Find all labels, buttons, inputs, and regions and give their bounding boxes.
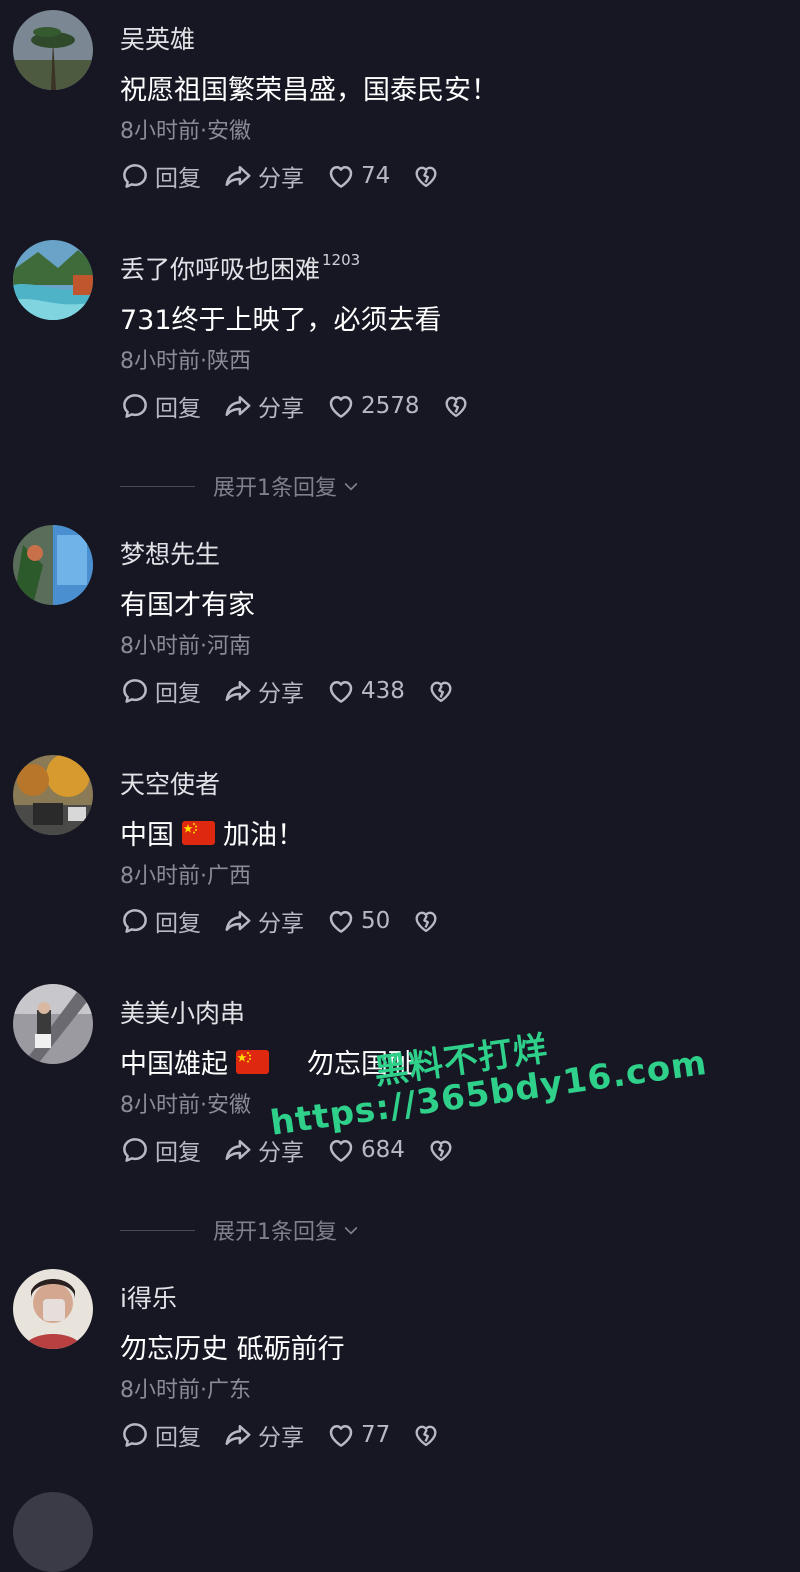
like-button[interactable]: 438 (326, 676, 405, 706)
user-avatar[interactable] (13, 1492, 93, 1572)
share-button[interactable]: 分享 (223, 389, 304, 423)
reply-button[interactable]: 回复 (120, 904, 201, 938)
dislike-button[interactable] (412, 907, 445, 935)
expand-replies-button[interactable]: 展开1条回复 (120, 470, 361, 502)
comment-text: 祝愿祖国繁荣昌盛，国泰民安！ (120, 75, 498, 106)
comment-text: 勿忘历史 砥砺前行 (120, 1334, 345, 1365)
share-button[interactable]: 分享 (223, 1418, 304, 1452)
reply-button[interactable]: 回复 (120, 674, 201, 708)
comment-actions: 回复 分享 74 (120, 156, 467, 196)
user-avatar[interactable] (13, 755, 93, 835)
share-arrow-icon (223, 676, 253, 706)
comment-text: 有国才有家 (120, 590, 255, 621)
username[interactable]: 天空使者 (120, 765, 220, 801)
divider-line (120, 1229, 195, 1231)
comment-actions: 回复 分享 50 (120, 901, 467, 941)
comment-bubble-icon (120, 906, 150, 936)
reply-button[interactable]: 回复 (120, 389, 201, 423)
dislike-button[interactable] (412, 1421, 445, 1449)
broken-heart-icon (442, 392, 470, 420)
user-avatar[interactable] (13, 984, 93, 1064)
share-arrow-icon (223, 1420, 253, 1450)
dislike-button[interactable] (427, 1136, 460, 1164)
username[interactable]: 吴英雄 (120, 20, 195, 56)
share-arrow-icon (223, 161, 253, 191)
broken-heart-icon (412, 907, 440, 935)
like-button[interactable]: 74 (326, 161, 390, 191)
share-button[interactable]: 分享 (223, 159, 304, 193)
user-avatar[interactable] (13, 1269, 93, 1349)
share-button[interactable]: 分享 (223, 1133, 304, 1167)
china-flag-icon (236, 1050, 269, 1074)
heart-icon (326, 391, 356, 421)
comment-meta: 8小时前·广西 (120, 864, 251, 889)
comment-meta: 8小时前·河南 (120, 634, 251, 659)
heart-icon (326, 161, 356, 191)
share-arrow-icon (223, 391, 253, 421)
like-button[interactable]: 684 (326, 1135, 405, 1165)
heart-icon (326, 676, 356, 706)
dislike-button[interactable] (427, 677, 460, 705)
comment-actions: 回复 分享 77 (120, 1415, 467, 1455)
comment-actions: 回复 分享 684 (120, 1130, 482, 1170)
comment-meta: 8小时前·广东 (120, 1378, 251, 1403)
share-arrow-icon (223, 1135, 253, 1165)
share-button[interactable]: 分享 (223, 904, 304, 938)
chevron-down-icon (341, 476, 361, 496)
user-avatar[interactable] (13, 525, 93, 605)
expand-replies-button[interactable]: 展开1条回复 (120, 1214, 361, 1246)
username[interactable]: 丢了你呼吸也困难 1203 (120, 250, 360, 286)
like-button[interactable]: 2578 (326, 391, 420, 421)
comment-text: 731终于上映了，必须去看 (120, 305, 442, 336)
comment-meta: 8小时前·安徽 (120, 1093, 251, 1118)
reply-button[interactable]: 回复 (120, 1418, 201, 1452)
comment-bubble-icon (120, 676, 150, 706)
username[interactable]: 梦想先生 (120, 535, 220, 571)
broken-heart-icon (427, 677, 455, 705)
comment-meta: 8小时前·安徽 (120, 119, 251, 144)
comment-text: 中国 加油！ (120, 820, 304, 851)
share-arrow-icon (223, 906, 253, 936)
comment-actions: 回复 分享 2578 (120, 386, 497, 426)
user-avatar[interactable] (13, 10, 93, 90)
chevron-down-icon (341, 1220, 361, 1240)
comment-bubble-icon (120, 391, 150, 421)
username[interactable]: 美美小肉串 (120, 994, 245, 1030)
comment-bubble-icon (120, 1135, 150, 1165)
divider-line (120, 485, 195, 487)
reply-button[interactable]: 回复 (120, 1133, 201, 1167)
dislike-button[interactable] (412, 162, 445, 190)
user-avatar[interactable] (13, 240, 93, 320)
comment-meta: 8小时前·陕西 (120, 349, 251, 374)
username[interactable]: i得乐 (120, 1279, 177, 1315)
comment-actions: 回复 分享 438 (120, 671, 482, 711)
share-button[interactable]: 分享 (223, 674, 304, 708)
like-button[interactable]: 50 (326, 906, 390, 936)
dislike-button[interactable] (442, 392, 475, 420)
like-button[interactable]: 77 (326, 1420, 390, 1450)
reply-button[interactable]: 回复 (120, 159, 201, 193)
broken-heart-icon (412, 1421, 440, 1449)
broken-heart-icon (427, 1136, 455, 1164)
comment-bubble-icon (120, 1420, 150, 1450)
heart-icon (326, 1135, 356, 1165)
china-flag-icon (182, 821, 215, 845)
heart-icon (326, 1420, 356, 1450)
broken-heart-icon (412, 162, 440, 190)
comment-bubble-icon (120, 161, 150, 191)
comment-text: 中国雄起 勿忘国耻 (120, 1049, 415, 1080)
heart-icon (326, 906, 356, 936)
user-badge: 1203 (322, 250, 361, 269)
